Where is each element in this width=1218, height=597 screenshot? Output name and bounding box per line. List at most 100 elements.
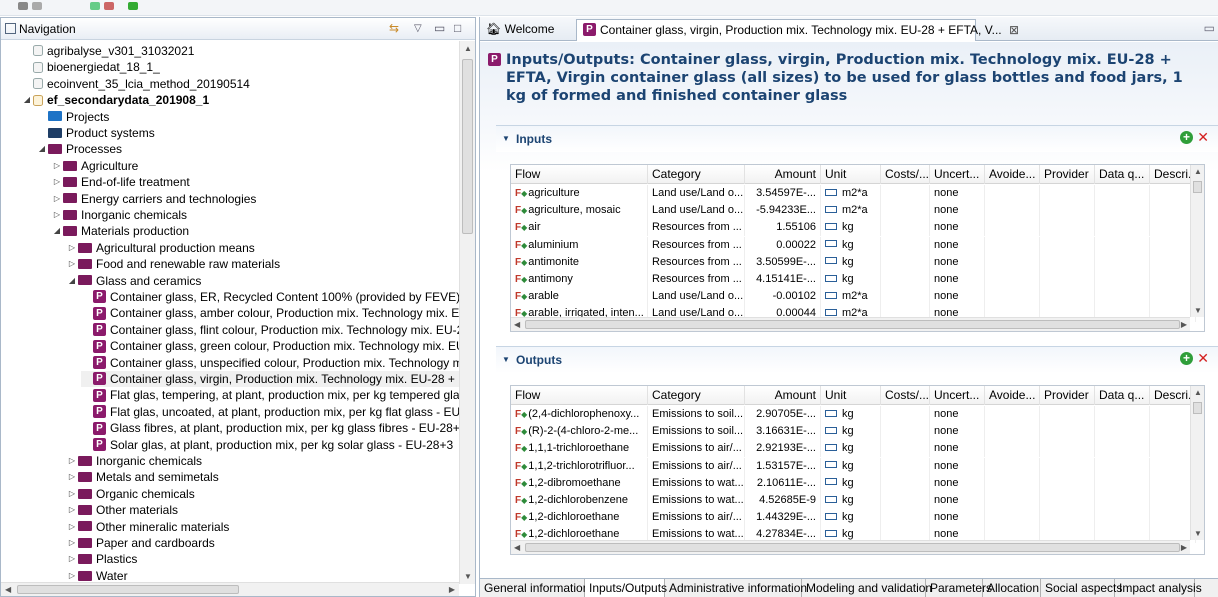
outputs-table[interactable]: Flow Category Amount Unit Costs/... Uncert...… xyxy=(510,385,1205,555)
empty-cell[interactable] xyxy=(1095,406,1150,423)
uncert-cell[interactable]: none xyxy=(930,509,985,527)
outputs-section-header[interactable]: ▼ Outputs + ✕ xyxy=(496,347,1218,373)
add-icon[interactable]: + xyxy=(1180,352,1193,365)
column-header[interactable]: Provider xyxy=(1040,386,1095,405)
flow-cell[interactable]: F◆air xyxy=(511,219,648,237)
tree-item[interactable]: ◢ ef_secondarydata_201908_1 xyxy=(21,92,209,108)
tree-item[interactable]: ▷ Paper and cardboards xyxy=(66,535,215,551)
flow-cell[interactable]: F◆agriculture xyxy=(511,185,648,202)
collapsed-arrow-icon[interactable]: ▷ xyxy=(66,469,78,485)
page-tab[interactable]: General information xyxy=(480,579,589,597)
scrollbar-thumb[interactable] xyxy=(462,59,473,234)
collapsed-arrow-icon[interactable]: ▷ xyxy=(66,453,78,469)
category-cell[interactable]: Land use/Land o... xyxy=(648,288,745,306)
link-with-editor-icon[interactable]: ⇆ xyxy=(389,21,399,35)
empty-cell[interactable] xyxy=(881,406,930,423)
amount-cell[interactable]: 3.54597E-... xyxy=(745,185,821,202)
column-header[interactable]: Amount xyxy=(745,165,821,184)
table-row[interactable]: F◆antimony Resources from ... 4.15141E-...… xyxy=(511,271,1204,288)
amount-cell[interactable]: 1.55106 xyxy=(745,219,821,237)
empty-cell[interactable] xyxy=(985,509,1040,527)
maximize-icon[interactable]: □ xyxy=(454,21,461,35)
tree-item[interactable]: P Flat glas, tempering, at plant, product… xyxy=(81,387,459,403)
column-header[interactable]: Provider xyxy=(1040,165,1095,184)
tree-item[interactable]: agribalyse_v301_31032021 xyxy=(21,43,194,59)
category-cell[interactable]: Emissions to soil... xyxy=(648,423,745,441)
tab-process[interactable]: P Container glass, virgin, Production mix… xyxy=(576,19,1019,41)
collapsed-arrow-icon[interactable]: ▷ xyxy=(66,551,78,567)
minimize-icon[interactable]: ▭ xyxy=(1204,21,1215,35)
tree-item[interactable]: ▷ Other materials xyxy=(66,502,178,518)
unit-cell[interactable]: kg xyxy=(821,440,881,458)
page-tab[interactable]: Modeling and validation xyxy=(802,579,932,597)
column-header[interactable]: Avoide... xyxy=(985,165,1040,184)
toolbar-icon[interactable] xyxy=(128,2,138,10)
uncert-cell[interactable]: none xyxy=(930,202,985,220)
scrollbar-thumb[interactable] xyxy=(17,585,239,594)
expanded-arrow-icon[interactable]: ◢ xyxy=(66,273,78,289)
empty-cell[interactable] xyxy=(1040,253,1095,271)
category-cell[interactable]: Emissions to air/... xyxy=(648,509,745,527)
table-row[interactable]: F◆(2,4-dichlorophenoxy... Emissions to so… xyxy=(511,406,1204,423)
amount-cell[interactable]: 1.44329E-... xyxy=(745,509,821,527)
flow-cell[interactable]: F◆(2,4-dichlorophenoxy... xyxy=(511,406,648,423)
empty-cell[interactable] xyxy=(881,271,930,288)
scroll-left-icon[interactable]: ◀ xyxy=(514,543,520,552)
table-row[interactable]: F◆1,2-dichlorobenzene Emissions to wat...… xyxy=(511,492,1204,509)
empty-cell[interactable] xyxy=(985,236,1040,254)
empty-cell[interactable] xyxy=(1040,423,1095,441)
scroll-right-icon[interactable]: ▶ xyxy=(449,585,455,594)
collapse-icon[interactable]: ▼ xyxy=(502,134,510,143)
unit-cell[interactable]: kg xyxy=(821,236,881,254)
category-cell[interactable]: Emissions to wat... xyxy=(648,492,745,509)
empty-cell[interactable] xyxy=(985,288,1040,306)
empty-cell[interactable] xyxy=(1040,406,1095,423)
unit-cell[interactable]: kg xyxy=(821,253,881,271)
column-header[interactable]: Flow xyxy=(511,386,648,405)
toolbar-icon[interactable] xyxy=(18,2,28,10)
tree-item[interactable]: Product systems xyxy=(36,125,155,141)
flow-cell[interactable]: F◆1,2-dibromoethane xyxy=(511,474,648,492)
toolbar-icon[interactable] xyxy=(90,2,100,10)
unit-cell[interactable]: m2*a xyxy=(821,288,881,306)
column-header[interactable]: Uncert... xyxy=(930,386,985,405)
unit-cell[interactable]: kg xyxy=(821,509,881,527)
amount-cell[interactable]: 4.15141E-... xyxy=(745,271,821,288)
inputs-table[interactable]: Flow Category Amount Unit Costs/... Uncert...… xyxy=(510,164,1205,332)
unit-cell[interactable]: kg xyxy=(821,271,881,288)
table-row[interactable]: F◆aluminium Resources from ... 0.00022 kg no… xyxy=(511,236,1204,254)
unit-cell[interactable]: kg xyxy=(821,406,881,423)
empty-cell[interactable] xyxy=(881,509,930,527)
category-cell[interactable]: Land use/Land o... xyxy=(648,185,745,202)
empty-cell[interactable] xyxy=(985,440,1040,458)
unit-cell[interactable]: kg xyxy=(821,492,881,509)
empty-cell[interactable] xyxy=(1040,202,1095,220)
expanded-arrow-icon[interactable]: ◢ xyxy=(36,141,48,157)
amount-cell[interactable]: 3.16631E-... xyxy=(745,423,821,441)
table-vertical-scrollbar[interactable]: ▲ ▼ xyxy=(1190,165,1204,317)
empty-cell[interactable] xyxy=(985,185,1040,202)
empty-cell[interactable] xyxy=(985,271,1040,288)
table-row[interactable]: F◆air Resources from ... 1.55106 kg none xyxy=(511,219,1204,237)
scrollbar-thumb[interactable] xyxy=(1193,181,1202,193)
empty-cell[interactable] xyxy=(881,423,930,441)
uncert-cell[interactable]: none xyxy=(930,271,985,288)
collapsed-arrow-icon[interactable]: ▷ xyxy=(51,174,63,190)
empty-cell[interactable] xyxy=(1040,185,1095,202)
category-cell[interactable]: Emissions to air/... xyxy=(648,457,745,475)
column-header[interactable]: Data q... xyxy=(1095,165,1150,184)
tree-item[interactable]: P Container glass, virgin, Production mix… xyxy=(81,371,459,387)
navigation-vertical-scrollbar[interactable]: ▲ ▼ xyxy=(459,41,475,584)
empty-cell[interactable] xyxy=(985,423,1040,441)
collapsed-arrow-icon[interactable]: ▷ xyxy=(66,502,78,518)
amount-cell[interactable]: 1.53157E-... xyxy=(745,457,821,475)
scrollbar-thumb[interactable] xyxy=(525,543,1180,552)
category-cell[interactable]: Resources from ... xyxy=(648,219,745,237)
column-header[interactable]: Unit xyxy=(821,165,881,184)
empty-cell[interactable] xyxy=(881,185,930,202)
scrollbar-thumb[interactable] xyxy=(525,320,1180,329)
tree-item[interactable]: P Container glass, unspecified colour, Pr… xyxy=(81,355,459,371)
tree-item[interactable]: P Container glass, ER, Recycled Content 1… xyxy=(81,289,459,305)
close-tab-icon[interactable]: ⊠ xyxy=(1009,23,1019,37)
empty-cell[interactable] xyxy=(881,219,930,237)
